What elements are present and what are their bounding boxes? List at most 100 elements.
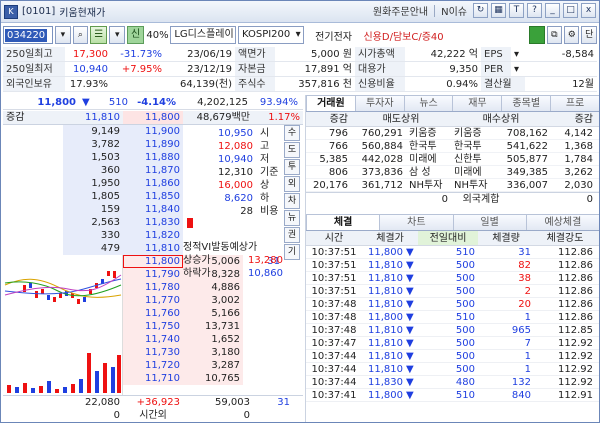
ask-price[interactable]: 11,900 <box>123 125 183 138</box>
minimize-button[interactable]: _ <box>545 3 560 18</box>
side-tab-5[interactable]: 뉴 <box>284 210 300 226</box>
ask-change <box>3 190 63 203</box>
trade-row: 10:37:41 11,800 ▼ 510 840 112.91 <box>306 389 599 402</box>
broker-sell-name[interactable]: 키움증 <box>406 127 451 139</box>
font-button[interactable]: T <box>509 3 524 18</box>
maximize-button[interactable]: □ <box>563 3 578 18</box>
down-arrow-icon: ▼ <box>406 338 414 349</box>
side-tab-4[interactable]: 차 <box>284 193 300 209</box>
broker-row: 5,385 442,028 미래에 신한투 505,877 1,784 <box>306 153 599 166</box>
credit-badge[interactable]: 신 <box>126 26 145 44</box>
trade-price: 11,810 <box>368 338 403 349</box>
tab-3[interactable]: 재무 <box>452 95 503 111</box>
trade-change: 500 <box>455 286 475 297</box>
ask-price[interactable]: 11,830 <box>123 216 183 229</box>
ask-price[interactable]: 11,840 <box>123 203 183 216</box>
trade-time: 10:37:51 <box>311 260 357 271</box>
side-tab-1[interactable]: 도 <box>284 142 300 158</box>
bid-price[interactable]: 11,720 <box>123 359 183 372</box>
ask-price[interactable]: 11,850 <box>123 190 183 203</box>
ohlc-label: 기준 <box>260 167 279 178</box>
side-tab-2[interactable]: 투 <box>284 159 300 175</box>
broker-sell-name[interactable]: 한국투 <box>406 140 451 152</box>
broker-buy-name[interactable]: 미래에 <box>451 166 496 178</box>
ask-price[interactable]: 11,870 <box>123 164 183 177</box>
trade-tab-2[interactable]: 일별 <box>452 214 527 230</box>
trade-tab-3[interactable]: 예상체결 <box>525 214 599 230</box>
low250-date: 23/12/19 <box>187 64 232 75</box>
side-tab-6[interactable]: 권 <box>284 227 300 243</box>
broker-buy-name[interactable]: NH투자 <box>451 179 496 191</box>
bid-price[interactable]: 11,770 <box>123 294 183 307</box>
broker-buy-name[interactable]: 키움증 <box>451 127 496 139</box>
per-dropdown-icon[interactable]: ▾ <box>511 62 525 76</box>
broker-sell-qty: 361,712 <box>361 180 403 191</box>
link-icon[interactable]: ↻ <box>473 3 488 18</box>
trade-row: 10:37:44 11,810 ▼ 500 1 112.92 <box>306 350 599 363</box>
ask-price[interactable]: 11,810 <box>123 242 183 255</box>
single-button[interactable]: 단 <box>581 26 597 44</box>
down-arrow-icon: ▼ <box>406 325 414 336</box>
tab-4[interactable]: 종목별 <box>501 95 552 111</box>
ask-price[interactable]: 11,890 <box>123 138 183 151</box>
ask-change <box>3 138 63 151</box>
broker-sell-name[interactable]: 미래에 <box>406 153 451 165</box>
tab-5[interactable]: 프로 <box>550 95 599 111</box>
bid-qty: 1,652 <box>183 333 243 346</box>
side-tab-7[interactable]: 기 <box>284 244 300 260</box>
side-tab-3[interactable]: 외 <box>284 176 300 192</box>
help-button[interactable]: ? <box>527 3 542 18</box>
bid-price[interactable]: 11,710 <box>123 372 183 385</box>
trade-qty: 7 <box>524 338 531 349</box>
volume-bar <box>23 383 27 393</box>
bid-price[interactable]: 11,780 <box>123 281 183 294</box>
high250-date: 23/06/19 <box>187 49 232 60</box>
list-dropdown-button[interactable]: ▾ <box>109 26 125 44</box>
copy-icon[interactable]: ⧉ <box>546 26 563 44</box>
trade-row: 10:37:47 11,810 ▼ 500 7 112.92 <box>306 337 599 350</box>
trade-tab-0[interactable]: 체결 <box>306 214 381 230</box>
news-issue-link[interactable]: N이슈 <box>438 3 470 18</box>
trade-row: 10:37:48 11,810 ▼ 500 20 112.86 <box>306 298 599 311</box>
vi-title: 정적VI발동예상가 <box>183 242 258 253</box>
bid-change <box>243 333 283 346</box>
tab-0[interactable]: 거래원 <box>306 95 356 111</box>
close-button[interactable]: x <box>581 3 596 18</box>
list-icon[interactable]: ☰ <box>90 26 108 44</box>
gear-icon[interactable]: ⚙ <box>564 26 580 44</box>
eps-dropdown-icon[interactable]: ▾ <box>511 47 525 61</box>
window-title: 키움현재가 <box>59 8 106 19</box>
grid-icon[interactable]: ▦ <box>491 3 506 18</box>
trade-strength: 112.92 <box>558 364 593 375</box>
stock-code-input[interactable]: 034220 <box>3 26 54 44</box>
market-select[interactable]: KOSPI200 ▾ <box>237 26 304 44</box>
bid-price[interactable]: 11,750 <box>123 320 183 333</box>
side-tab-0[interactable]: 수 <box>284 125 300 141</box>
broker-sell-name[interactable]: NH투자 <box>406 179 451 191</box>
ob-head-bid: 11,800 <box>123 111 183 124</box>
trade-change: 480 <box>455 377 475 388</box>
search-icon[interactable]: ⌕ <box>72 26 89 44</box>
bid-price[interactable]: 11,740 <box>123 333 183 346</box>
ask-price[interactable]: 11,880 <box>123 151 183 164</box>
vi-up-label: 상승가 <box>183 255 211 266</box>
trade-tab-1[interactable]: 차트 <box>379 214 454 230</box>
broker-buy-change: 4,142 <box>564 128 593 139</box>
ask-price[interactable]: 11,860 <box>123 177 183 190</box>
bid-price[interactable]: 11,730 <box>123 346 183 359</box>
trade-qty: 20 <box>518 299 531 310</box>
green-square-icon[interactable] <box>529 26 545 44</box>
tab-2[interactable]: 뉴스 <box>403 95 454 111</box>
settle-value: 12월 <box>572 79 594 90</box>
ask-price[interactable]: 11,820 <box>123 229 183 242</box>
right-pane: 거래원 투자자 뉴스 재무 종목별 프로 증감 매도상위 매수상위 증감 796 760,2… <box>305 95 599 422</box>
krw-order-guide-link[interactable]: 원화주문안내 <box>370 3 431 18</box>
bid-price[interactable]: 11,760 <box>123 307 183 320</box>
broker-buy-name[interactable]: 한국투 <box>451 140 496 152</box>
bid-price[interactable]: 11,800 <box>123 255 183 268</box>
code-dropdown-button[interactable]: ▾ <box>55 26 71 44</box>
tab-1[interactable]: 투자자 <box>354 95 405 111</box>
broker-buy-name[interactable]: 신한투 <box>451 153 496 165</box>
broker-sell-name[interactable]: 삼 성 <box>406 166 451 178</box>
bid-price[interactable]: 11,790 <box>123 268 183 281</box>
